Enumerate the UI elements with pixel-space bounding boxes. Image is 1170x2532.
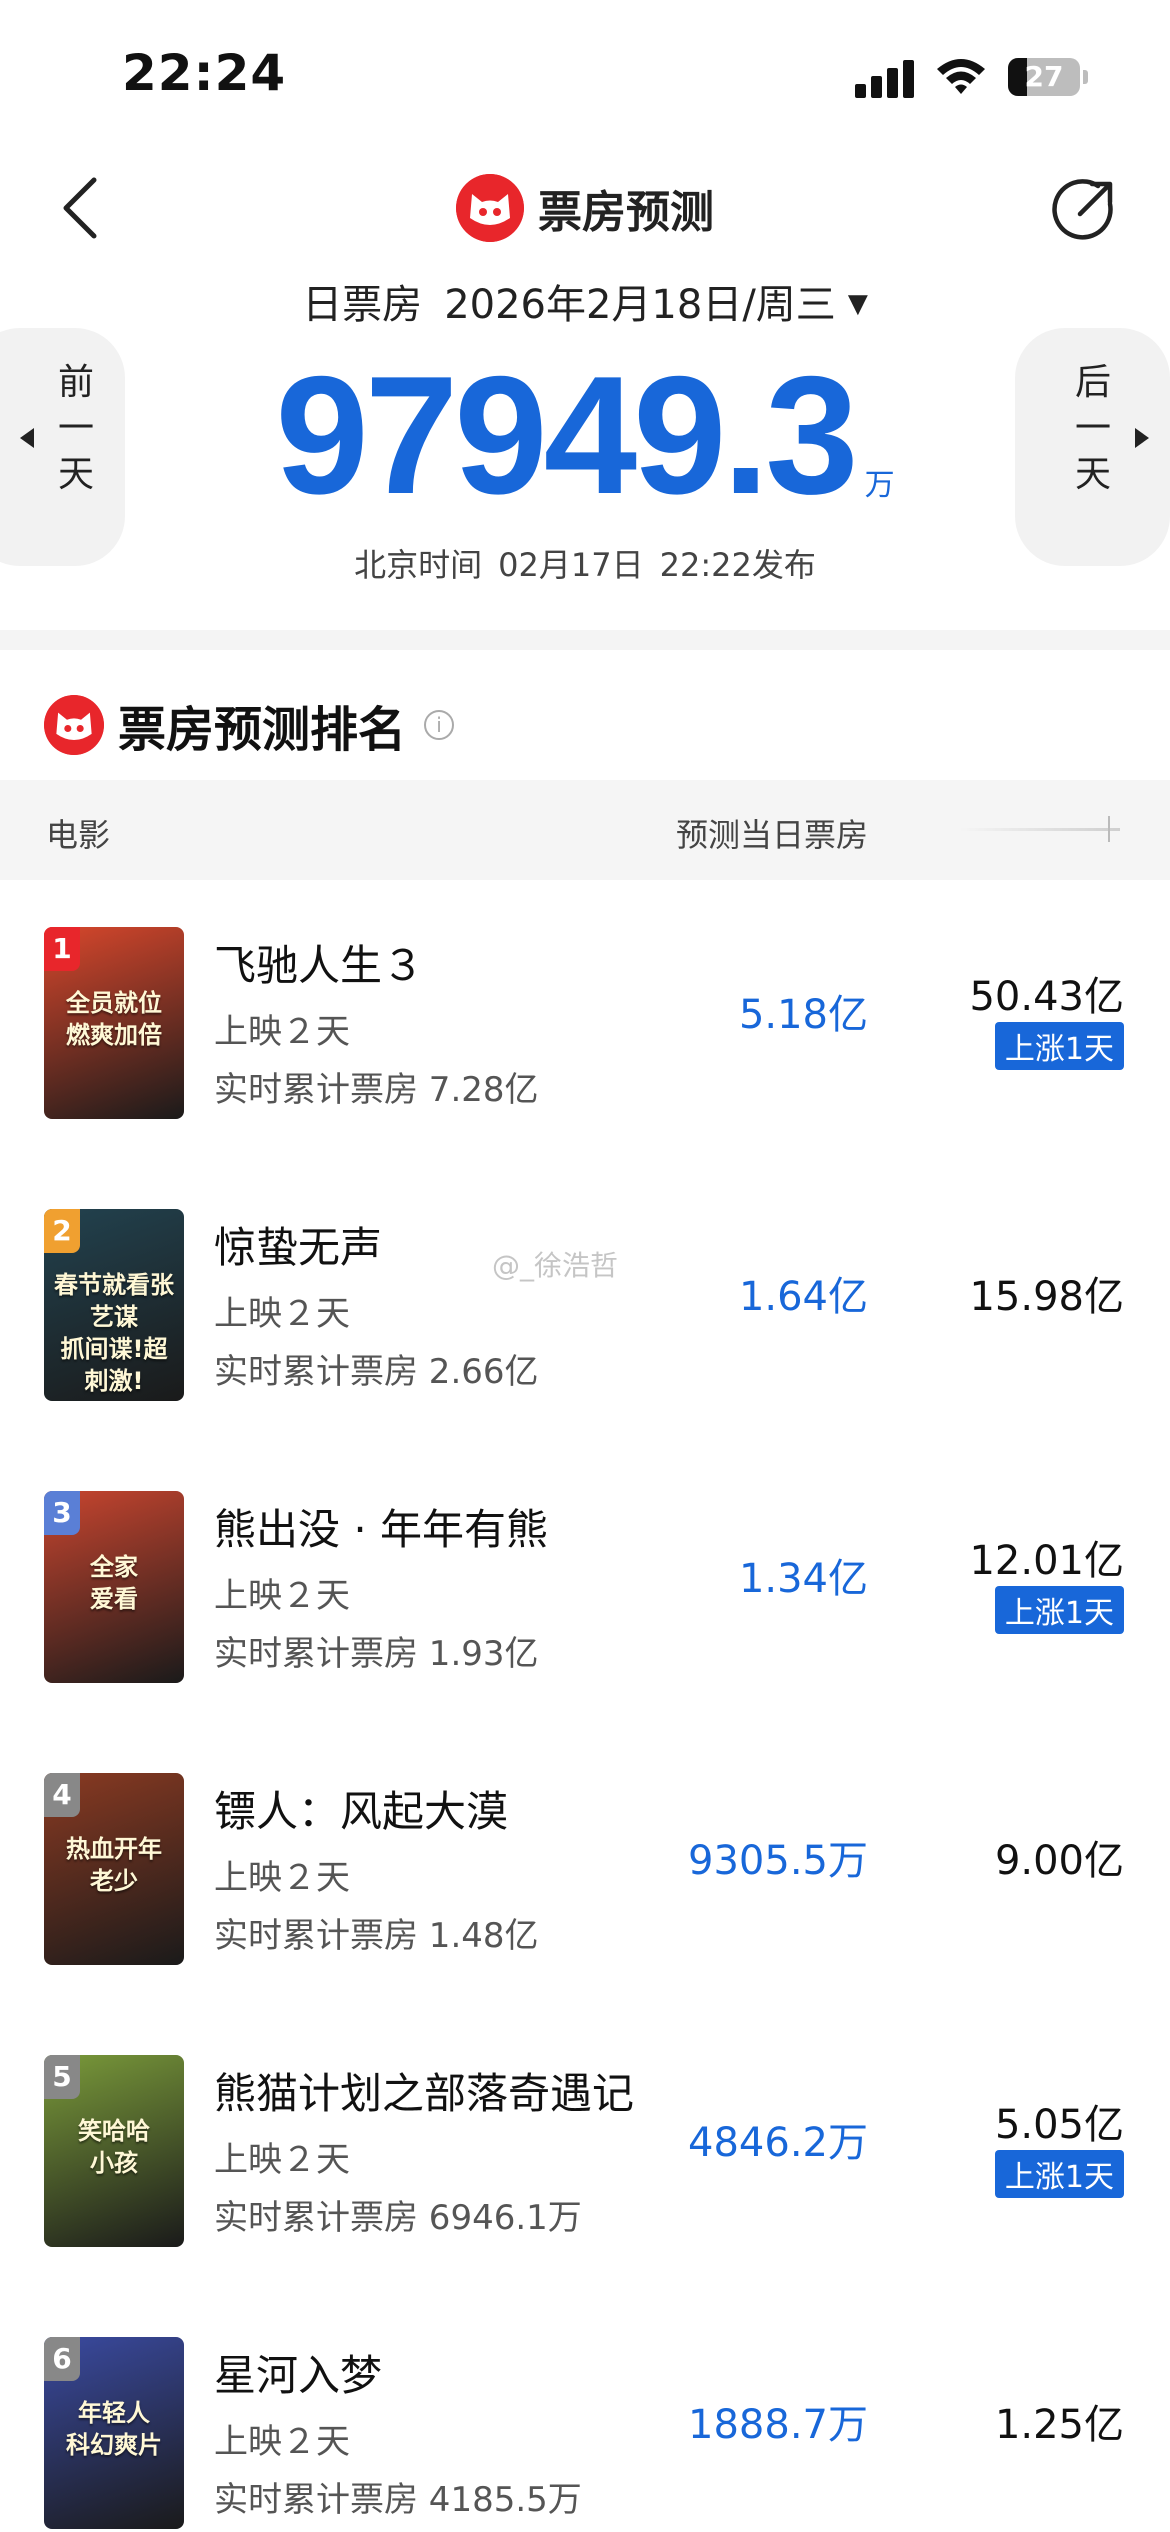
poster-text: 全员就位 燃爽加倍: [66, 989, 162, 1049]
cumulative-box-office: 实时累计票房 6946.1万: [214, 2198, 582, 2238]
publish-info: 北京时间 02月17日 22:22发布: [354, 546, 816, 584]
page-title: 票房预测: [538, 187, 714, 238]
rank-badge: 1: [44, 927, 80, 971]
maoyan-cat-logo-icon: [44, 695, 104, 755]
signal-icon: [855, 60, 915, 98]
forecast-value: 1.64亿: [738, 1274, 868, 1320]
total-unit: 万: [864, 468, 895, 503]
movie-row[interactable]: 全家 爱看 3 熊出没 · 年年有熊上映２天实时累计票房 1.93亿 1.34亿 12.…: [0, 1446, 1170, 1728]
selected-date: 2026年2月18日/周三: [444, 282, 836, 328]
movie-poster: 春节就看张艺谋 抓间谍!超刺激! 2: [44, 1209, 184, 1401]
movie-poster: 全员就位 燃爽加倍 1: [44, 927, 184, 1119]
forecast-total: 1.25亿: [994, 2402, 1124, 2448]
rank-badge: 6: [44, 2337, 80, 2381]
wifi-icon: [937, 59, 985, 94]
section-divider: [0, 630, 1170, 650]
poster-text: 全家 爱看: [90, 1553, 138, 1613]
table-header: 电影 预测当日票房: [0, 780, 1170, 880]
cumulative-box-office: 实时累计票房 4185.5万: [214, 2480, 582, 2520]
movie-title: 熊猫计划之部落奇遇记: [214, 2069, 635, 2118]
forecast-total: 15.98亿: [969, 1274, 1124, 1320]
battery-icon: 27: [1008, 58, 1080, 96]
rise-badge: 上涨1天: [994, 1586, 1124, 1634]
forecast-value: 1888.7万: [688, 2402, 868, 2448]
movie-title: 镖人：风起大漠: [214, 1787, 509, 1836]
forecast-value: 5.18亿: [738, 992, 868, 1038]
poster-text: 年轻人 科幻爽片: [66, 2399, 162, 2459]
rank-badge: 3: [44, 1491, 80, 1535]
dropdown-caret-icon: ▼: [847, 289, 868, 319]
forecast-value: 9305.5万: [688, 1838, 868, 1884]
forecast-value: 4846.2万: [688, 2120, 868, 2166]
date-selector[interactable]: 日票房 2026年2月18日/周三 ▼: [0, 272, 1170, 330]
ranking-section-header: 票房预测排名 i: [44, 690, 455, 760]
rise-badge: 上涨1天: [994, 2150, 1124, 2198]
movie-row[interactable]: 年轻人 科幻爽片 6 星河入梦上映２天实时累计票房 4185.5万 1888.7万 1.…: [0, 2292, 1170, 2532]
movie-title: 惊蛰无声: [214, 1223, 383, 1272]
forecast-total: 5.05亿: [994, 2102, 1124, 2148]
rise-badge: 上涨1天: [994, 1022, 1124, 1070]
share-icon[interactable]: [1052, 176, 1118, 242]
forecast-total: 50.43亿: [969, 974, 1124, 1020]
header-title-group: 票房预测: [0, 172, 1170, 244]
movie-row[interactable]: 春节就看张艺谋 抓间谍!超刺激! 2 惊蛰无声上映２天实时累计票房 2.66亿 1.6…: [0, 1164, 1170, 1446]
movie-row[interactable]: 热血开年 老少 4 镖人：风起大漠上映２天实时累计票房 1.48亿 9305.5万 9.…: [0, 1728, 1170, 2010]
battery-nub: [1083, 70, 1088, 84]
rank-badge: 4: [44, 1773, 80, 1817]
status-time: 22:24: [122, 44, 287, 102]
release-days: 上映２天: [214, 1012, 350, 1052]
status-bar: 22:24 27: [0, 0, 1170, 150]
movie-title: 熊出没 · 年年有熊: [214, 1505, 549, 1554]
column-scroll-tick: [1108, 816, 1110, 842]
info-icon[interactable]: i: [424, 710, 455, 740]
rank-badge: 2: [44, 1209, 80, 1253]
rank-badge: 5: [44, 2055, 80, 2099]
forecast-total: 9.00亿: [994, 1838, 1124, 1884]
movie-title: 飞驰人生３: [214, 941, 425, 990]
cumulative-box-office: 实时累计票房 7.28亿: [214, 1070, 539, 1110]
section-title: 票房预测排名: [118, 702, 407, 758]
poster-text: 热血开年 老少: [66, 1835, 162, 1895]
column-scroll-hint: [960, 828, 1120, 831]
forecast-total: 12.01亿: [969, 1538, 1124, 1584]
total-value: 97949.3: [275, 341, 858, 529]
forecast-value: 1.34亿: [738, 1556, 868, 1602]
date-type-label: 日票房: [302, 282, 423, 328]
movie-poster: 年轻人 科幻爽片 6: [44, 2337, 184, 2529]
column-movie: 电影: [46, 816, 111, 854]
release-days: 上映２天: [214, 1576, 350, 1616]
release-days: 上映２天: [214, 2140, 350, 2180]
poster-text: 春节就看张艺谋 抓间谍!超刺激!: [54, 1271, 174, 1395]
battery-level: 27: [1024, 60, 1064, 93]
cumulative-box-office: 实时累计票房 2.66亿: [214, 1352, 539, 1392]
release-days: 上映２天: [214, 2422, 350, 2462]
movie-row[interactable]: 笑哈哈 小孩 5 熊猫计划之部落奇遇记上映２天实时累计票房 6946.1万 4846.…: [0, 2010, 1170, 2292]
maoyan-cat-logo-icon: [456, 174, 524, 242]
movie-poster: 热血开年 老少 4: [44, 1773, 184, 1965]
release-days: 上映２天: [214, 1858, 350, 1898]
cumulative-box-office: 实时累计票房 1.48亿: [214, 1916, 539, 1956]
release-days: 上映２天: [214, 1294, 350, 1334]
movie-poster: 笑哈哈 小孩 5: [44, 2055, 184, 2247]
movie-row[interactable]: 全员就位 燃爽加倍 1 飞驰人生３ 上映２天实时累计票房 7.28亿 5.18亿 50.4…: [0, 882, 1170, 1164]
watermark: @_徐浩哲: [492, 1249, 619, 1282]
movie-poster: 全家 爱看 3: [44, 1491, 184, 1683]
poster-text: 笑哈哈 小孩: [78, 2117, 150, 2177]
cumulative-box-office: 实时累计票房 1.93亿: [214, 1634, 539, 1674]
total-box-office: 97949.3 万: [0, 341, 1170, 529]
movie-title: 星河入梦: [214, 2351, 383, 2400]
column-forecast: 预测当日票房: [675, 816, 868, 854]
